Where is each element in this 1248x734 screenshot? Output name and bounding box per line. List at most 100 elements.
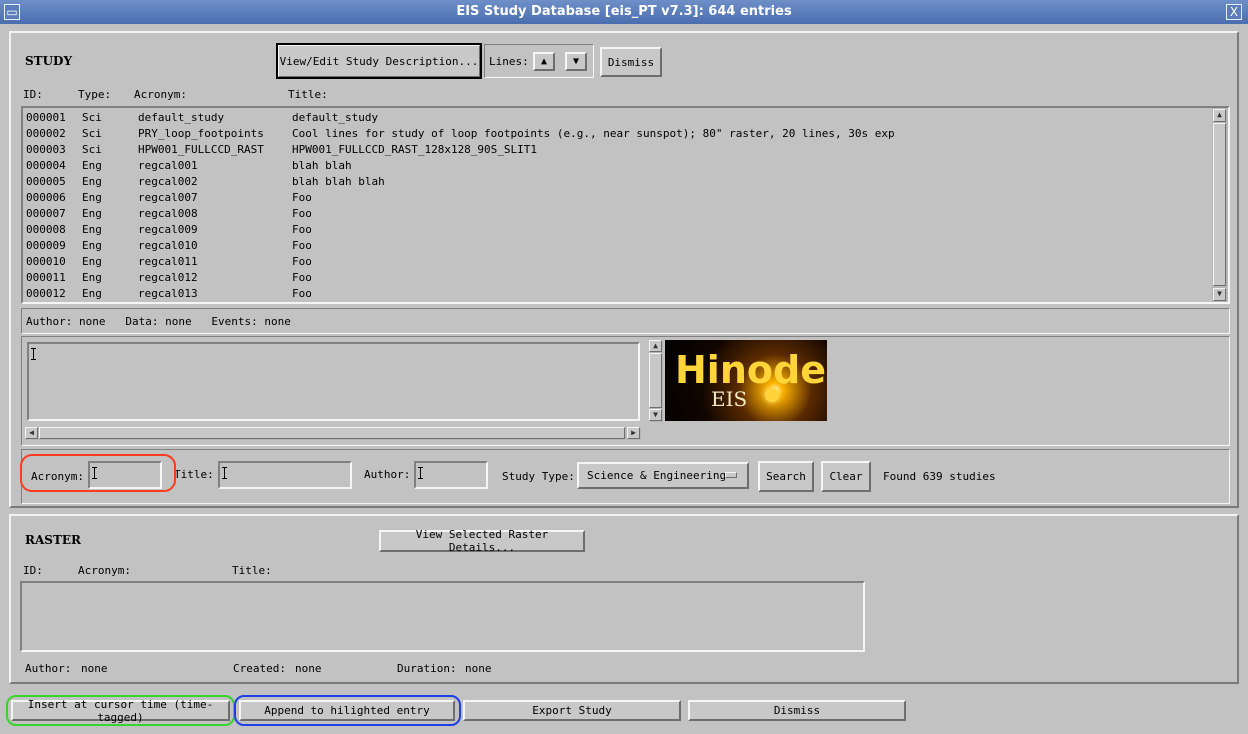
row-id: 000009 xyxy=(26,239,66,252)
view-selected-raster-details-button[interactable]: View Selected Raster Details... xyxy=(379,528,585,554)
row-type: Eng xyxy=(82,159,102,172)
dropdown-indicator-icon xyxy=(725,472,737,478)
description-horizontal-scrollbar[interactable]: ◀ ▶ xyxy=(25,427,641,440)
column-header-type: Type: xyxy=(78,88,112,101)
hinode-eis-logo: Hinode EIS xyxy=(665,340,827,421)
export-study-button[interactable]: Export Study xyxy=(463,700,681,721)
logo-sub-text: EIS xyxy=(711,387,748,411)
row-id: 000012 xyxy=(26,287,66,300)
column-header-id: ID: xyxy=(23,88,43,101)
study-panel: STUDY View/Edit Study Description... Lin… xyxy=(9,31,1239,508)
text-cursor-icon xyxy=(31,348,39,360)
acronym-highlight-annotation xyxy=(20,454,176,492)
row-title: Foo xyxy=(292,191,312,204)
row-id: 000005 xyxy=(26,175,66,188)
description-scroll-right-icon[interactable]: ▶ xyxy=(627,427,640,439)
author-search-input[interactable] xyxy=(414,461,488,489)
lines-up-arrow-icon[interactable]: ▲ xyxy=(533,52,555,71)
study-description-text[interactable] xyxy=(27,342,640,421)
row-acronym: regcal002 xyxy=(138,175,198,188)
description-scroll-left-icon[interactable]: ◀ xyxy=(25,427,38,439)
view-edit-study-description-button[interactable]: View/Edit Study Description... xyxy=(276,43,482,79)
row-acronym: default_study xyxy=(138,111,225,124)
row-title: blah blah xyxy=(292,159,352,172)
study-description-section: ▲ ▼ ◀ ▶ Hinode EIS xyxy=(21,336,1230,446)
row-title: Foo xyxy=(292,271,312,284)
column-header-acronym: Acronym: xyxy=(134,88,187,101)
table-row[interactable]: 000012 Eng regcal013 Foo xyxy=(26,286,1206,302)
row-title: blah blah blah xyxy=(292,175,385,188)
table-row[interactable]: 000001 Sci default_study default_study xyxy=(26,110,1206,126)
description-scroll-up-icon[interactable]: ▲ xyxy=(649,340,662,352)
row-id: 000010 xyxy=(26,255,66,268)
row-title: default_study xyxy=(292,111,379,124)
row-title: Foo xyxy=(292,223,312,236)
scrollbar-thumb[interactable] xyxy=(1213,123,1226,286)
scroll-up-arrow-icon[interactable]: ▲ xyxy=(1213,109,1226,122)
window-title-bar: EIS Study Database [eis_PT v7.3]: 644 en… xyxy=(0,0,1248,24)
row-id: 000008 xyxy=(26,223,66,236)
study-list[interactable]: 000001 Sci default_study default_study 00000… xyxy=(21,106,1230,304)
scroll-down-arrow-icon[interactable]: ▼ xyxy=(1213,288,1226,301)
row-type: Eng xyxy=(82,207,102,220)
raster-column-header-title: Title: xyxy=(232,564,272,577)
study-list-vertical-scrollbar[interactable]: ▲ ▼ xyxy=(1212,108,1228,302)
sun-icon xyxy=(765,388,779,402)
window-title: EIS Study Database [eis_PT v7.3]: 644 en… xyxy=(456,4,792,19)
row-title: Foo xyxy=(292,287,312,300)
clear-button[interactable]: Clear xyxy=(821,461,871,492)
row-acronym: regcal008 xyxy=(138,207,198,220)
row-id: 000003 xyxy=(26,143,66,156)
study-type-dropdown[interactable]: Science & Engineering xyxy=(577,462,749,489)
row-type: Eng xyxy=(82,239,102,252)
insert-highlight-annotation xyxy=(6,695,235,726)
row-title: Cool lines for study of loop footpoints … xyxy=(292,127,895,140)
row-type: Sci xyxy=(82,111,102,124)
row-type: Eng xyxy=(82,223,102,236)
row-acronym: HPW001_FULLCCD_RAST xyxy=(138,143,264,156)
table-row[interactable]: 000008 Eng regcal009 Foo xyxy=(26,222,1206,238)
row-type: Eng xyxy=(82,255,102,268)
window-menu-icon[interactable]: ▭ xyxy=(4,4,20,20)
study-heading: STUDY xyxy=(25,54,73,68)
description-h-scrollbar-thumb[interactable] xyxy=(39,427,625,439)
study-list-rows: 000001 Sci default_study default_study 00000… xyxy=(26,110,1206,302)
row-title: HPW001_FULLCCD_RAST_128x128_90S_SLIT1 xyxy=(292,143,538,156)
row-id: 000002 xyxy=(26,127,66,140)
description-vertical-scrollbar[interactable]: ▲ ▼ xyxy=(649,340,663,422)
dismiss-button[interactable]: Dismiss xyxy=(688,700,906,721)
study-dismiss-button[interactable]: Dismiss xyxy=(600,47,662,77)
lines-down-arrow-icon[interactable]: ▼ xyxy=(565,52,587,71)
title-search-input[interactable] xyxy=(218,461,352,489)
row-type: Sci xyxy=(82,143,102,156)
table-row[interactable]: 000010 Eng regcal011 Foo xyxy=(26,254,1206,270)
table-row[interactable]: 000006 Eng regcal007 Foo xyxy=(26,190,1206,206)
close-icon[interactable]: X xyxy=(1226,4,1242,20)
description-scrollbar-thumb[interactable] xyxy=(649,353,662,408)
search-button[interactable]: Search xyxy=(758,461,814,492)
logo-main-text: Hinode xyxy=(675,348,826,392)
table-row[interactable]: 000007 Eng regcal008 Foo xyxy=(26,206,1206,222)
raster-list[interactable] xyxy=(20,581,865,652)
row-acronym: regcal010 xyxy=(138,239,198,252)
row-id: 000004 xyxy=(26,159,66,172)
row-title: Foo xyxy=(292,207,312,220)
row-title: Foo xyxy=(292,239,312,252)
table-row[interactable]: 000009 Eng regcal010 Foo xyxy=(26,238,1206,254)
title-search-label: Title: xyxy=(174,468,214,481)
author-search-label: Author: xyxy=(364,468,411,481)
table-row[interactable]: 000002 Sci PRY_loop_footpoints Cool lines f… xyxy=(26,126,1206,142)
study-type-value: Science & Engineering xyxy=(587,469,727,482)
table-row[interactable]: 000005 Eng regcal002 blah blah blah xyxy=(26,174,1206,190)
row-type: Eng xyxy=(82,175,102,188)
table-row[interactable]: 000004 Eng regcal001 blah blah xyxy=(26,158,1206,174)
raster-duration-label: Duration: xyxy=(397,662,457,675)
table-row[interactable]: 000003 Sci HPW001_FULLCCD_RAST HPW001_FULLC… xyxy=(26,142,1206,158)
raster-panel: RASTER View Selected Raster Details... I… xyxy=(9,514,1239,684)
row-id: 000007 xyxy=(26,207,66,220)
raster-column-header-acronym: Acronym: xyxy=(78,564,131,577)
raster-author-label: Author: xyxy=(25,662,72,675)
row-id: 000001 xyxy=(26,111,66,124)
table-row[interactable]: 000011 Eng regcal012 Foo xyxy=(26,270,1206,286)
description-scroll-down-icon[interactable]: ▼ xyxy=(649,409,662,421)
